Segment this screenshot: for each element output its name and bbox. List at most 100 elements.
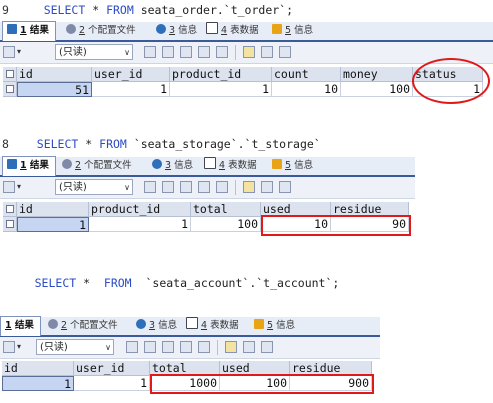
column-header[interactable]: count	[272, 67, 341, 82]
tab-info[interactable]: 3 信息	[132, 317, 183, 335]
keyword-select: SELECT	[43, 3, 86, 17]
result-tabs-3: 1 结果 2 个配置文件 3 信息 4 表数据 5 信息	[0, 316, 380, 337]
delete-icon[interactable]	[198, 181, 210, 193]
form-view-icon[interactable]	[243, 341, 255, 353]
keyword-select: SELECT	[34, 276, 77, 290]
profile-icon	[48, 319, 58, 329]
column-header[interactable]: user_id	[74, 361, 150, 376]
grid-mode-icon[interactable]	[3, 46, 15, 58]
info-chart-icon	[272, 159, 282, 169]
select-all-checkbox[interactable]	[3, 202, 17, 217]
info-chart-icon	[272, 24, 282, 34]
column-header[interactable]: product_id	[170, 67, 272, 82]
tab-table-data[interactable]: 4 表数据	[202, 22, 265, 40]
line-number: 8	[2, 137, 9, 151]
delete-icon[interactable]	[180, 341, 192, 353]
sql-line-account[interactable]: SELECT * FROM `seata_account`.`t_account…	[0, 273, 493, 293]
column-header[interactable]: id	[17, 67, 92, 82]
star: *	[92, 3, 100, 17]
column-header[interactable]: product_id	[89, 202, 191, 217]
readonly-select[interactable]: (只读) ∨	[36, 339, 114, 355]
table-cell[interactable]: 1	[74, 376, 150, 391]
table-cell[interactable]: 1	[2, 376, 74, 391]
copy-icon[interactable]	[144, 341, 156, 353]
tab-profiles[interactable]: 2 个配置文件	[44, 317, 124, 335]
tab-results[interactable]: 1 结果	[0, 316, 41, 336]
table-cell[interactable]: 1	[89, 217, 191, 232]
row-checkbox[interactable]	[3, 82, 17, 97]
tab-profiles[interactable]: 2 个配置文件	[58, 157, 138, 175]
status-highlight-oval	[412, 58, 490, 104]
keyword-select: SELECT	[36, 137, 79, 151]
refresh-icon[interactable]	[216, 181, 228, 193]
export-icon[interactable]	[144, 181, 156, 193]
text-view-icon[interactable]	[261, 341, 273, 353]
tab-info[interactable]: 3 信息	[152, 22, 203, 40]
profile-icon	[66, 24, 76, 34]
grid-mode-icon[interactable]	[3, 181, 15, 193]
grid-mode-icon[interactable]	[3, 341, 15, 353]
result-toolbar-2: ▾ (只读) ∨	[0, 177, 415, 199]
save-icon[interactable]	[162, 341, 174, 353]
info-icon	[152, 159, 162, 169]
column-header[interactable]: total	[191, 202, 261, 217]
tab-info-2[interactable]: 5 信息	[268, 22, 319, 40]
copy-icon[interactable]	[162, 181, 174, 193]
text-view-icon[interactable]	[279, 46, 291, 58]
form-view-icon[interactable]	[261, 181, 273, 193]
tab-results[interactable]: 1 结果	[2, 156, 56, 176]
table-cell[interactable]: 51	[17, 82, 92, 97]
result-toolbar-1: ▾ (只读) ∨	[0, 42, 493, 64]
table-name: `seata_account`.`t_account`;	[145, 276, 340, 290]
grid-view-icon[interactable]	[243, 181, 255, 193]
result-toolbar-3: ▾ (只读) ∨	[0, 337, 380, 359]
delete-icon[interactable]	[198, 46, 210, 58]
tab-info[interactable]: 3 信息	[148, 157, 199, 175]
table-cell[interactable]: 1	[92, 82, 170, 97]
text-view-icon[interactable]	[279, 181, 291, 193]
tab-table-data[interactable]: 4 表数据	[200, 157, 263, 175]
grid-view-icon[interactable]	[243, 46, 255, 58]
select-all-checkbox[interactable]	[3, 67, 17, 82]
column-header[interactable]: user_id	[92, 67, 170, 82]
dropdown-arrow-icon[interactable]: ▾	[17, 342, 21, 351]
table-data-icon	[186, 317, 198, 329]
readonly-select[interactable]: (只读) ∨	[55, 179, 133, 195]
line-number: 9	[2, 3, 9, 17]
table-cell[interactable]: 100	[341, 82, 413, 97]
export-icon[interactable]	[126, 341, 138, 353]
info-icon	[136, 319, 146, 329]
info-chart-icon	[254, 319, 264, 329]
tab-info-2[interactable]: 5 信息	[250, 317, 301, 335]
total-used-residue-highlight	[150, 374, 374, 394]
export-icon[interactable]	[144, 46, 156, 58]
grid-view-icon[interactable]	[225, 341, 237, 353]
table-cell[interactable]: 100	[191, 217, 261, 232]
save-icon[interactable]	[180, 181, 192, 193]
sql-line-storage[interactable]: 8 SELECT * FROM `seata_storage`.`t_stora…	[0, 134, 493, 154]
copy-icon[interactable]	[162, 46, 174, 58]
table-data-icon	[206, 22, 218, 34]
tab-profiles[interactable]: 2 个配置文件	[62, 22, 142, 40]
sql-line-order[interactable]: 9 SELECT * FROM seata_order.`t_order`;	[0, 0, 493, 20]
column-header[interactable]: money	[341, 67, 413, 82]
row-checkbox[interactable]	[3, 217, 17, 232]
table-cell[interactable]: 1	[17, 217, 89, 232]
column-header[interactable]: id	[17, 202, 89, 217]
dropdown-arrow-icon[interactable]: ▾	[17, 182, 21, 191]
table-data-icon	[204, 157, 216, 169]
save-icon[interactable]	[180, 46, 192, 58]
table-cell[interactable]: 10	[272, 82, 341, 97]
form-view-icon[interactable]	[261, 46, 273, 58]
refresh-icon[interactable]	[198, 341, 210, 353]
dropdown-arrow-icon[interactable]: ▾	[17, 47, 21, 56]
column-header[interactable]: id	[2, 361, 74, 376]
tab-results[interactable]: 1 结果	[2, 21, 56, 41]
refresh-icon[interactable]	[216, 46, 228, 58]
star: *	[83, 276, 91, 290]
table-cell[interactable]: 1	[170, 82, 272, 97]
tab-info-2[interactable]: 5 信息	[268, 157, 319, 175]
results-grid-icon	[7, 159, 17, 169]
readonly-select[interactable]: (只读) ∨	[55, 44, 133, 60]
tab-table-data[interactable]: 4 表数据	[182, 317, 245, 335]
